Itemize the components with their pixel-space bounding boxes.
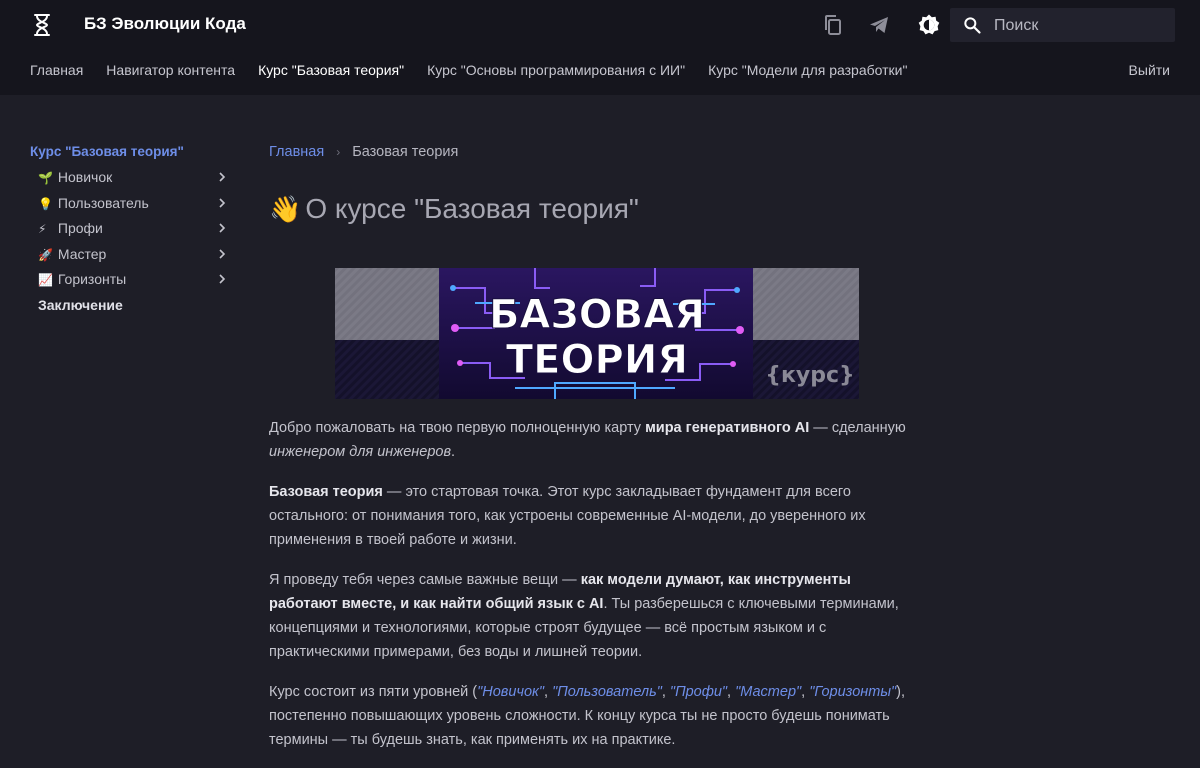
paragraph-levels: Курс состоит из пяти уровней ("Новичок",…	[269, 684, 906, 748]
lightbulb-icon: 💡	[38, 196, 53, 211]
bold-text: мира генеративного AI	[645, 420, 810, 436]
banner-tag: {курс}	[765, 363, 854, 388]
page-title-text: О курсе "Базовая теория"	[305, 193, 639, 224]
logo-icon[interactable]	[30, 13, 54, 37]
sidebar: Курс "Базовая теория" 🌱 Новичок 💡 Пользо…	[30, 144, 230, 321]
site-title[interactable]: БЗ Эволюции Кода	[84, 14, 246, 34]
sidebar-item-conclusion[interactable]: Заключение	[30, 295, 230, 321]
sidebar-item-user[interactable]: 💡 Пользователь	[30, 193, 230, 219]
rocket-icon: 🚀	[38, 247, 53, 262]
sidebar-title[interactable]: Курс "Базовая теория"	[30, 144, 230, 159]
level-link-user[interactable]: "Пользователь"	[552, 684, 662, 700]
banner-line-1: БАЗОВАЯ	[489, 292, 705, 338]
chevron-right-icon[interactable]	[218, 172, 226, 182]
tab-content-navigator[interactable]: Навигатор контента	[106, 62, 235, 82]
search-input[interactable]	[992, 8, 1166, 44]
tab-course-basic-theory[interactable]: Курс "Базовая теория"	[258, 62, 404, 82]
sidebar-item-novice[interactable]: 🌱 Новичок	[30, 167, 230, 193]
sidebar-item-horizons[interactable]: 📈 Горизонты	[30, 269, 230, 295]
chevron-right-icon[interactable]	[218, 249, 226, 259]
logout-link[interactable]: Выйти	[1129, 62, 1170, 78]
search-icon	[964, 17, 981, 34]
breadcrumb-current: Базовая теория	[352, 144, 459, 160]
tab-home[interactable]: Главная	[30, 62, 83, 82]
sidebar-item-label: Новичок	[57, 169, 113, 185]
seedling-icon: 🌱	[38, 171, 53, 185]
level-link-pro[interactable]: "Профи"	[670, 684, 727, 700]
level-link-master[interactable]: "Мастер"	[735, 684, 801, 700]
chevron-right-icon[interactable]	[218, 274, 226, 284]
breadcrumb-home[interactable]: Главная	[269, 144, 324, 160]
page-title: 👋 О курсе "Базовая теория"	[269, 193, 639, 225]
text: Курс состоит из пяти уровней (	[269, 684, 478, 700]
top-header: БЗ Эволюции Кода Главная Навигатор конте…	[0, 0, 1200, 95]
tab-course-dev-models[interactable]: Курс "Модели для разработки"	[708, 62, 907, 82]
copy-icon[interactable]	[821, 13, 845, 37]
italic-text: инженером для инженеров	[269, 444, 452, 460]
breadcrumb-separator: ›	[336, 145, 341, 159]
text: — сделанную	[809, 420, 906, 436]
article-body: Добро пожаловать на твою первую полноцен…	[269, 416, 909, 768]
tab-course-ai-programming[interactable]: Курс "Основы программирования с ИИ"	[427, 62, 685, 82]
banner-line-2: ТЕОРИЯ	[506, 337, 688, 383]
sidebar-item-master[interactable]: 🚀 Мастер	[30, 244, 230, 270]
level-link-horizons[interactable]: "Горизонты"	[809, 684, 896, 700]
waving-hand-icon: 👋	[269, 194, 302, 224]
paragraph-guide: Я проведу тебя через самые важные вещи —…	[269, 568, 909, 664]
banner-graphic: БАЗОВАЯ ТЕОРИЯ {курс}	[335, 268, 859, 399]
breadcrumb: Главная › Базовая теория	[269, 144, 458, 160]
paragraph-basics: Базовая теория — это стартовая точка. Эт…	[269, 480, 909, 552]
chevron-right-icon[interactable]	[218, 198, 226, 208]
bold-text: Базовая теория	[269, 484, 383, 500]
level-link-novice[interactable]: "Новичок"	[477, 684, 544, 700]
sidebar-item-label: Горизонты	[57, 271, 127, 288]
text: Я проведу тебя через самые важные вещи —	[269, 572, 581, 588]
lightning-icon: ⚡	[38, 222, 47, 237]
telegram-icon[interactable]	[867, 13, 891, 37]
paragraph-intro: Добро пожаловать на твою первую полноцен…	[269, 416, 909, 464]
sidebar-item-label: Пользователь	[57, 194, 149, 211]
sidebar-item-label: Профи	[57, 220, 103, 237]
sidebar-item-label: Мастер	[57, 245, 107, 262]
course-banner-image: БАЗОВАЯ ТЕОРИЯ {курс}	[335, 268, 859, 399]
chart-increasing-icon: 📈	[38, 273, 53, 288]
text: Добро пожаловать на твою первую полноцен…	[269, 420, 646, 436]
text: .	[451, 444, 456, 460]
chevron-right-icon[interactable]	[218, 223, 226, 233]
nav-tabs: Главная Навигатор контента Курс "Базовая…	[30, 62, 1170, 82]
search-box[interactable]	[950, 8, 1175, 44]
theme-toggle-icon[interactable]	[917, 13, 941, 37]
sidebar-item-pro[interactable]: ⚡ Профи	[30, 218, 230, 244]
